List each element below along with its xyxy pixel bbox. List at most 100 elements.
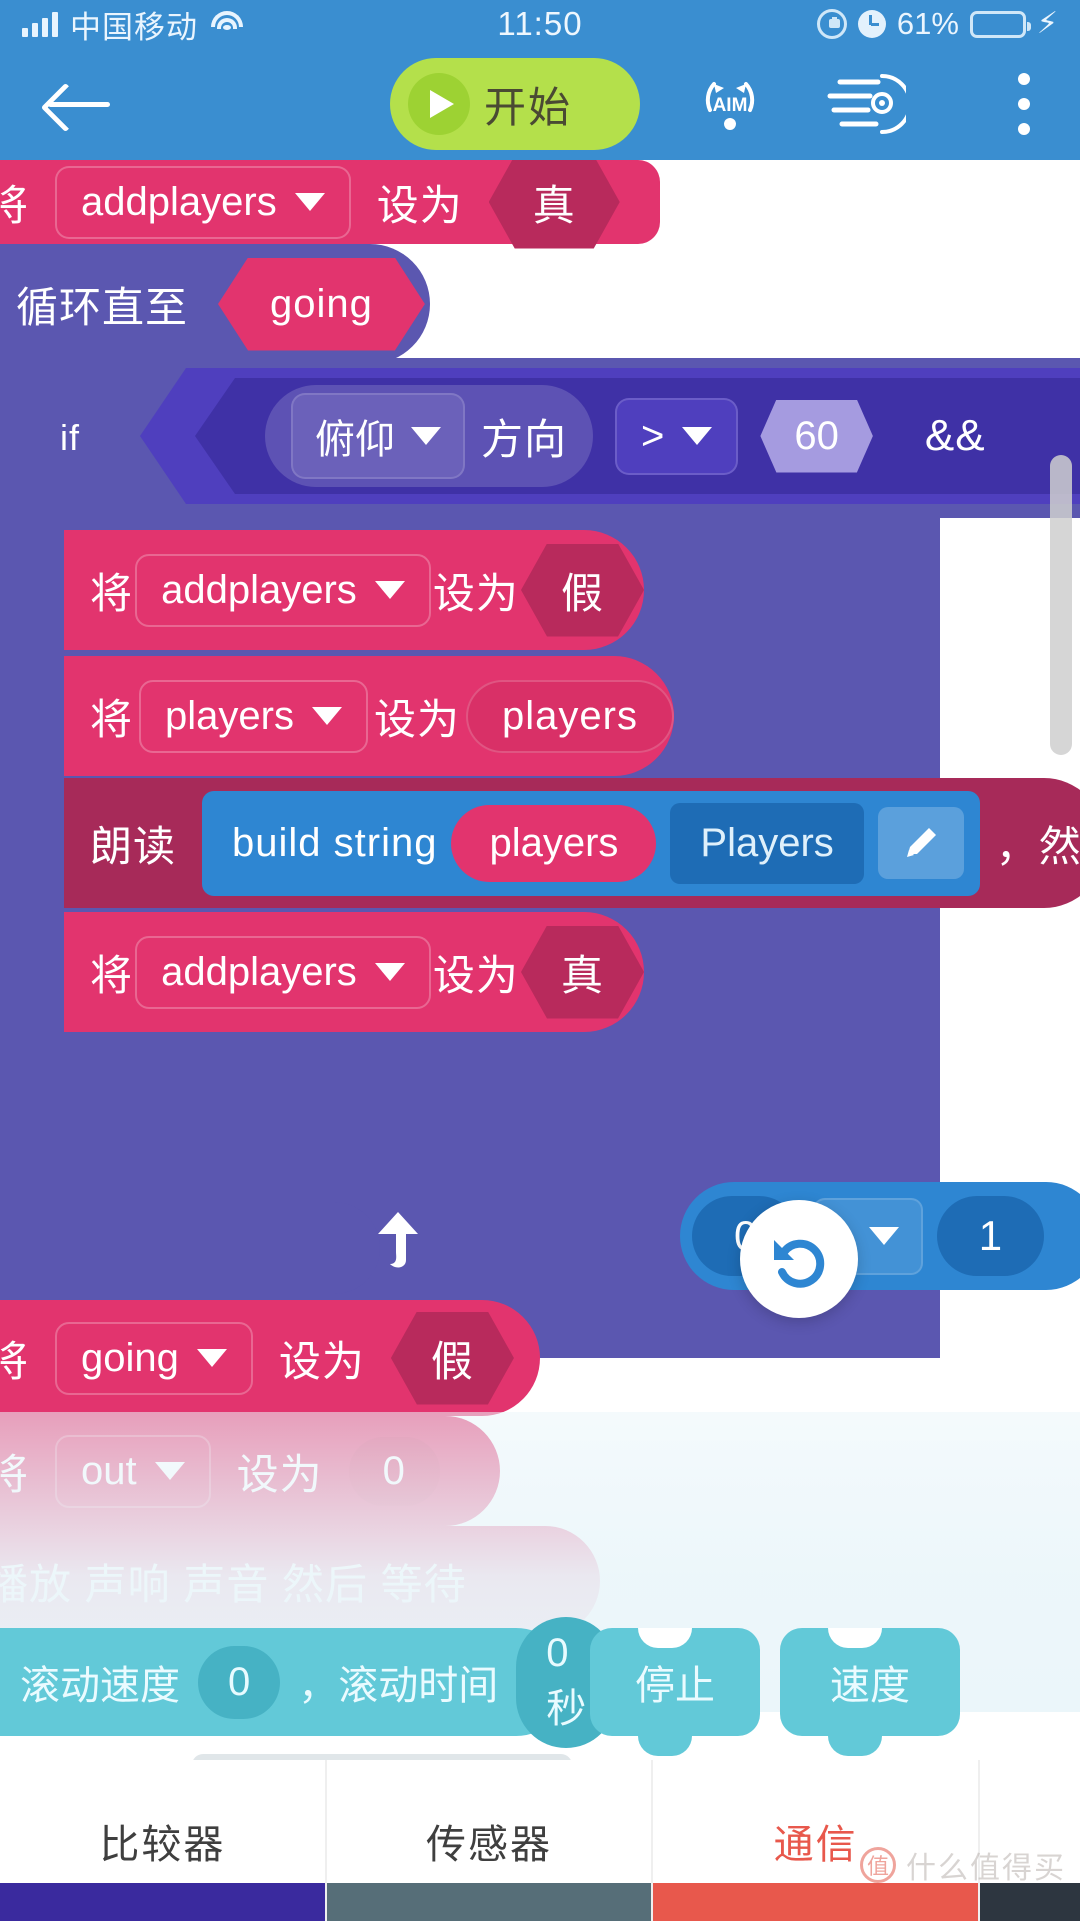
tab-comparator[interactable]: 比较器 <box>0 1760 327 1921</box>
oval-value: players <box>502 693 638 738</box>
vertical-scrollbar[interactable] <box>1050 455 1072 755</box>
loop-back-arrow-icon <box>370 1208 426 1274</box>
block-palette-stop[interactable]: 停止 <box>590 1628 760 1756</box>
number-input-60[interactable]: 60 <box>760 400 873 473</box>
block-keyword: 将 <box>90 951 134 999</box>
sensor-pill[interactable]: 俯仰 方向 <box>265 385 594 487</box>
tab-label: 传感器 <box>426 1822 552 1867</box>
block-keyword: 将 <box>90 569 134 617</box>
pencil-icon[interactable] <box>877 807 964 879</box>
tab-color-bar <box>0 1883 325 1921</box>
block-repeat-until[interactable]: 循环直至 going <box>0 244 430 364</box>
block-set-addplayers-false[interactable]: 将 addplayers 设为 假 <box>64 530 644 650</box>
sensor-dropdown-pitch[interactable]: 俯仰 <box>291 393 465 479</box>
operator-dropdown[interactable]: > <box>615 397 739 475</box>
setto-label: 设为 <box>432 569 519 617</box>
setto-label: 设为 <box>374 695 461 743</box>
chevron-down-icon <box>868 1227 899 1245</box>
start-button-label: 开始 <box>484 83 573 131</box>
math-right-operand[interactable]: 1 <box>936 1196 1045 1276</box>
logic-and-operator: && <box>924 411 986 460</box>
if-condition-inner[interactable]: 俯仰 方向 > 60 && <box>195 378 1080 494</box>
block-build-string[interactable]: build string players Players <box>202 790 980 896</box>
chevron-down-icon <box>196 1349 227 1367</box>
block-speak[interactable]: 朗读 build string players Players ，然 <box>64 778 1080 908</box>
variable-dropdown-players[interactable]: players <box>139 679 368 753</box>
svg-text:AIM: AIM <box>713 95 748 116</box>
block-set-going-false[interactable]: 将 going 设为 假 <box>0 1300 540 1435</box>
dropdown-value: addplayers <box>161 567 357 612</box>
battery-icon <box>969 10 1031 38</box>
speak-trailing-text: ，然 <box>995 822 1080 870</box>
chevron-down-icon <box>374 581 405 599</box>
watermark: 值 什么值得买 <box>860 1843 1066 1887</box>
sensor-unit-label: 方向 <box>481 415 568 463</box>
phone-screen: 中国移动 11:50 61% ⚡ 开始 AIM 将 addplayers 设为 … <box>0 0 1080 1921</box>
aim-icon[interactable]: AIM <box>690 64 770 144</box>
setto-label: 设为 <box>278 1337 365 1385</box>
scroll-middle-label: ，滚动时间 <box>298 1664 499 1708</box>
sensor-name: 俯仰 <box>315 418 395 462</box>
build-string-arg-Players[interactable]: Players <box>670 802 864 884</box>
tab-communication[interactable]: 通信 <box>653 1760 981 1921</box>
boolean-value-true[interactable]: 真 <box>489 160 620 249</box>
operator-value: > <box>641 413 665 458</box>
if-keyword: if <box>60 417 80 458</box>
alarm-icon <box>857 10 886 38</box>
back-button[interactable] <box>48 81 110 127</box>
boolean-value-true[interactable]: 真 <box>521 926 644 1019</box>
play-icon <box>408 73 470 135</box>
speed-lines-icon[interactable] <box>820 66 912 142</box>
rotation-lock-icon <box>816 9 847 39</box>
boolean-value-false[interactable]: 假 <box>391 1312 514 1405</box>
block-palette-speed[interactable]: 速度 <box>780 1628 960 1756</box>
block-keyword: 将 <box>0 1337 30 1385</box>
variable-dropdown-addplayers[interactable]: addplayers <box>55 165 351 239</box>
undo-button[interactable] <box>740 1200 858 1318</box>
block-keyword: 将 <box>90 695 134 743</box>
dropdown-value: players <box>165 693 294 738</box>
bottom-tab-bar: 比较器 传感器 通信 值 什么值得买 <box>0 1760 1080 1921</box>
setto-label: 设为 <box>432 951 519 999</box>
tab-label: 比较器 <box>99 1822 226 1867</box>
chevron-down-icon <box>374 963 405 981</box>
tab-color-bar <box>980 1883 1080 1921</box>
variable-dropdown-going[interactable]: going <box>55 1321 253 1395</box>
variable-dropdown-addplayers[interactable]: addplayers <box>135 553 431 627</box>
scroll-speed-value[interactable]: 0 <box>198 1645 281 1719</box>
status-right-group: 61% ⚡ <box>816 6 1058 42</box>
variable-value-players[interactable]: players <box>466 679 674 753</box>
chevron-down-icon <box>682 427 713 445</box>
watermark-badge: 值 <box>860 1847 896 1883</box>
tab-partial-next[interactable] <box>980 1760 1080 1921</box>
tab-sensor[interactable]: 传感器 <box>326 1760 654 1921</box>
chevron-down-icon <box>411 427 441 445</box>
chevron-down-icon <box>311 707 342 725</box>
dropdown-value: addplayers <box>81 179 277 224</box>
variable-dropdown-addplayers[interactable]: addplayers <box>135 935 431 1009</box>
start-button[interactable]: 开始 <box>390 58 640 150</box>
chevron-down-icon <box>294 193 325 211</box>
repeat-loop-foot <box>0 1202 380 1294</box>
kebab-menu-icon[interactable] <box>1018 73 1030 135</box>
build-string-label: build string <box>232 820 438 865</box>
build-string-arg-players[interactable]: players <box>451 804 657 882</box>
boolean-value-false[interactable]: 假 <box>521 544 644 637</box>
block-set-players[interactable]: 将 players 设为 players <box>64 656 674 776</box>
block-math-subtract[interactable]: 0 - 1 <box>680 1182 1080 1290</box>
block-set-addplayers-true[interactable]: 将 addplayers 设为 真 <box>64 912 644 1032</box>
repeat-condition-going[interactable]: going <box>218 258 425 351</box>
palette-stop-label: 停止 <box>635 1664 715 1708</box>
block-workspace[interactable]: 将 addplayers 设为 真 循环直至 going if 俯仰 方向 > … <box>0 160 1080 1760</box>
watermark-text: 什么值得买 <box>906 1852 1066 1885</box>
block-palette-scroll[interactable]: ，滚动速度 0 ，滚动时间 0秒 <box>0 1616 617 1748</box>
setto-label: 设为 <box>376 181 463 229</box>
dropdown-value: addplayers <box>161 949 357 994</box>
battery-percent-label: 61% <box>896 6 959 41</box>
block-set-addplayers-true-top[interactable]: 将 addplayers 设为 真 <box>0 160 660 263</box>
repeat-keyword: 循环直至 <box>16 283 189 331</box>
palette-speed-label: 速度 <box>830 1664 910 1708</box>
status-bar: 中国移动 11:50 61% ⚡ <box>0 0 1080 48</box>
scroll-prefix-label: ，滚动速度 <box>0 1664 180 1708</box>
tab-color-bar <box>326 1883 652 1921</box>
